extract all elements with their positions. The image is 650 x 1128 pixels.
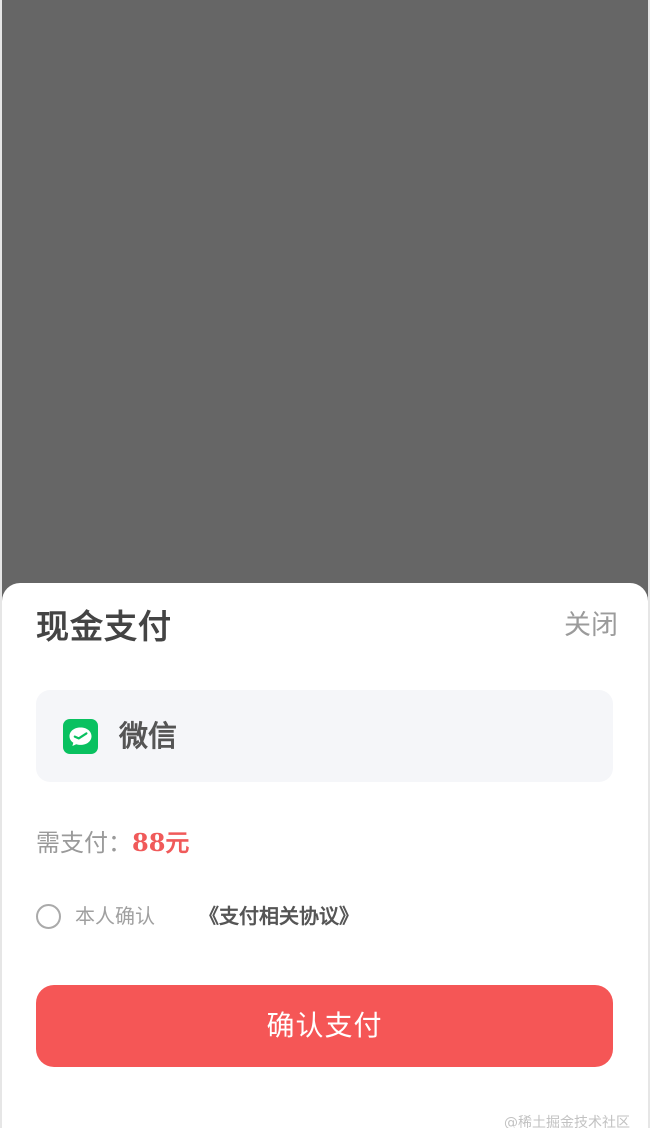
amount-label: 需支付： (36, 829, 132, 857)
payment-method-wechat[interactable]: 微信 (36, 690, 613, 782)
confirm-payment-button[interactable]: 确认支付 (36, 985, 613, 1067)
sheet-title: 现金支付 (36, 607, 172, 646)
watermark: @稀土掘金技术社区 (504, 1115, 630, 1128)
close-button[interactable]: 关闭 (564, 606, 618, 646)
agreement-radio[interactable] (36, 904, 61, 929)
amount-row: 需支付：88元 (36, 824, 189, 865)
amount-value: 88元 (132, 828, 190, 857)
agreement-text: 本人确认 (75, 904, 155, 928)
agreement-link[interactable]: 《支付相关协议》 (199, 900, 359, 932)
wechat-icon (63, 719, 98, 754)
payment-method-label: 微信 (119, 719, 178, 753)
